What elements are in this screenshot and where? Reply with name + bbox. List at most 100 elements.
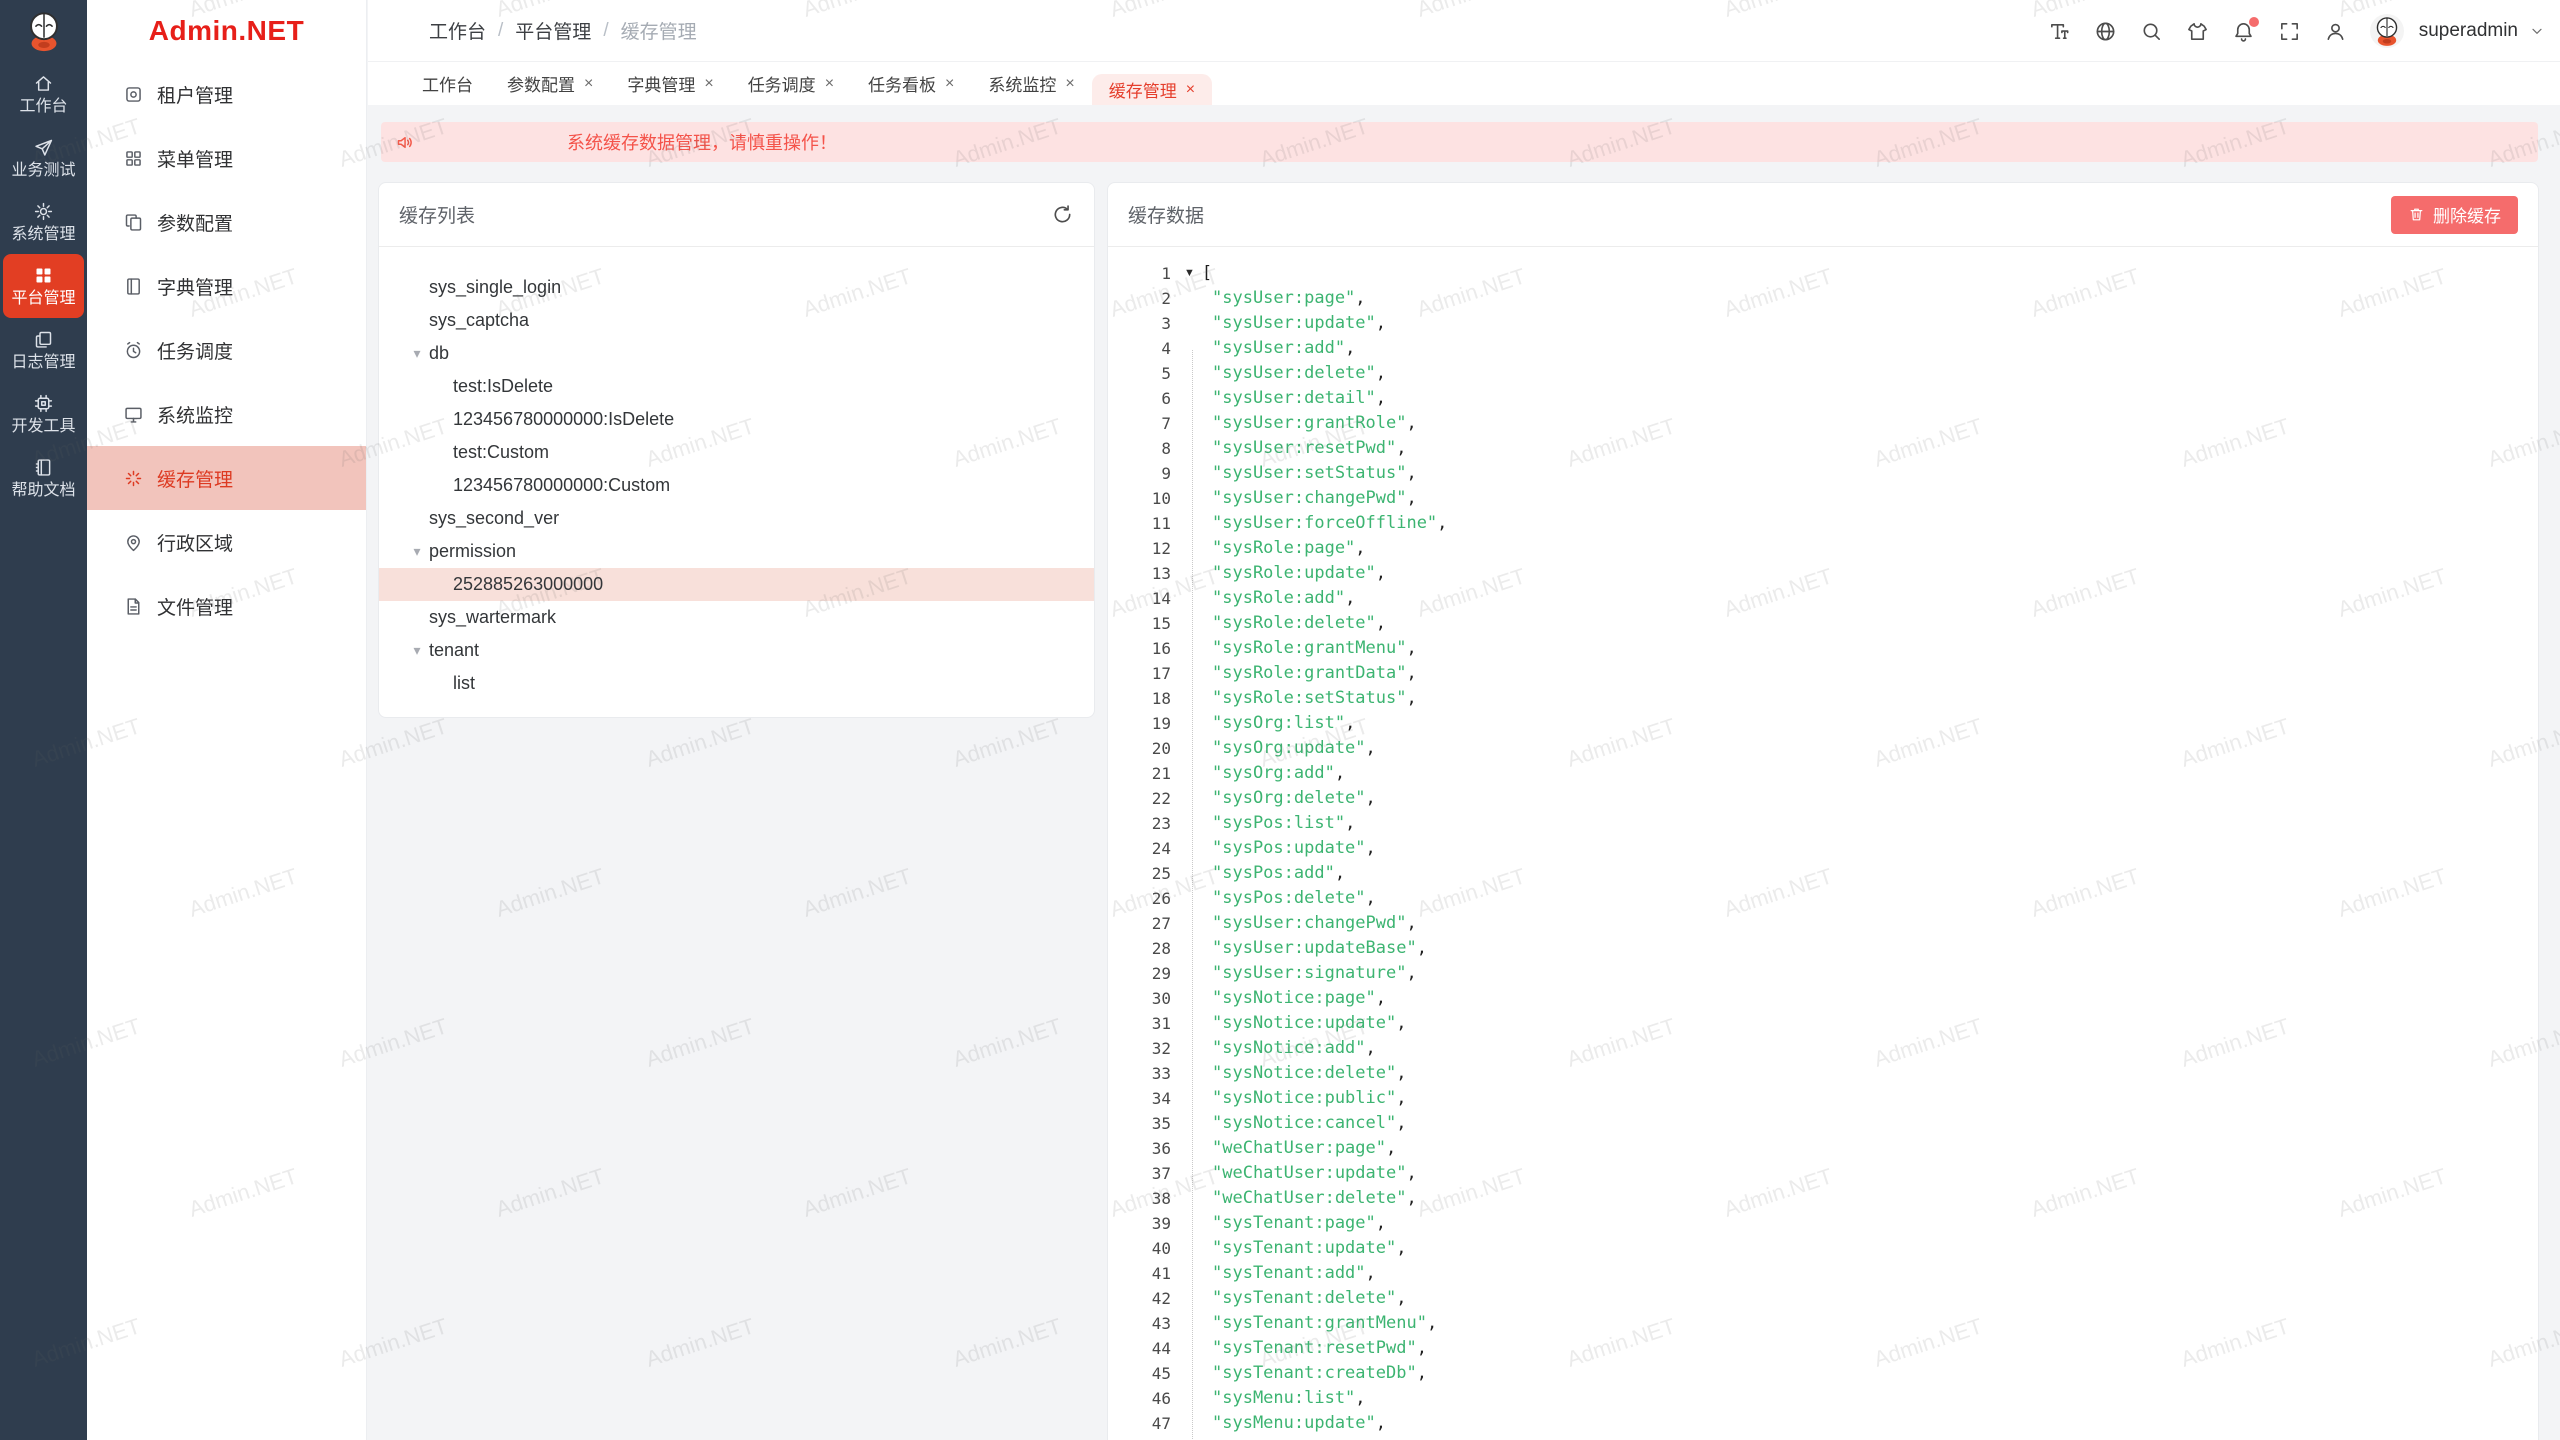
line-number: 2 bbox=[1108, 286, 1171, 311]
user-icon[interactable] bbox=[2324, 20, 2347, 43]
rail-item-系统管理[interactable]: 系统管理 bbox=[0, 190, 87, 254]
tab-工作台[interactable]: 工作台 bbox=[405, 62, 490, 105]
code-line-content: "sysTenant:grantMenu", bbox=[1212, 1311, 1437, 1336]
line-number: 16 bbox=[1108, 636, 1171, 661]
code-line: 9"sysUser:setStatus", bbox=[1108, 461, 2538, 486]
notification-bell-icon[interactable] bbox=[2232, 20, 2255, 43]
sidebar-item-缓存管理[interactable]: 缓存管理 bbox=[87, 446, 366, 510]
sidebar-item-租户管理[interactable]: 租户管理 bbox=[87, 62, 366, 126]
line-number: 22 bbox=[1108, 786, 1171, 811]
cache-list-title: 缓存列表 bbox=[399, 201, 475, 228]
breadcrumb-item[interactable]: 平台管理 bbox=[515, 17, 591, 44]
font-size-icon[interactable] bbox=[2048, 20, 2071, 43]
search-icon[interactable] bbox=[2140, 20, 2163, 43]
rail-item-帮助文档[interactable]: 帮助文档 bbox=[0, 446, 87, 510]
tree-node-sys_wartermark[interactable]: sys_wartermark bbox=[379, 601, 1094, 634]
fullscreen-icon[interactable] bbox=[2278, 20, 2301, 43]
sidebar-item-参数配置[interactable]: 参数配置 bbox=[87, 190, 366, 254]
tree-node-tenant[interactable]: ▾tenant bbox=[379, 634, 1094, 667]
tab-字典管理[interactable]: 字典管理× bbox=[610, 62, 730, 105]
comma: , bbox=[1345, 588, 1355, 608]
tree-node-test:IsDelete[interactable]: test:IsDelete bbox=[379, 370, 1094, 403]
book-icon bbox=[33, 457, 54, 478]
caret-down-icon[interactable]: ▾ bbox=[405, 345, 429, 362]
json-string-value: "sysUser:resetPwd" bbox=[1212, 438, 1396, 458]
refresh-icon[interactable] bbox=[1051, 203, 1074, 226]
tree-node-list[interactable]: list bbox=[379, 667, 1094, 700]
sidebar-item-文件管理[interactable]: 文件管理 bbox=[87, 574, 366, 638]
tree-node-sys_captcha[interactable]: sys_captcha bbox=[379, 304, 1094, 337]
tab-参数配置[interactable]: 参数配置× bbox=[490, 62, 610, 105]
code-line: 7"sysUser:grantRole", bbox=[1108, 411, 2538, 436]
caret-down-icon[interactable]: ▾ bbox=[405, 642, 429, 659]
sidebar-item-行政区域[interactable]: 行政区域 bbox=[87, 510, 366, 574]
code-line-content: "sysTenant:resetPwd", bbox=[1212, 1336, 1427, 1361]
rail-item-日志管理[interactable]: 日志管理 bbox=[0, 318, 87, 382]
line-number: 19 bbox=[1108, 711, 1171, 736]
app-rail-sidebar: 工作台业务测试系统管理平台管理日志管理开发工具帮助文档 bbox=[0, 0, 87, 1440]
line-number: 42 bbox=[1108, 1286, 1171, 1311]
json-string-value: "sysRole:page" bbox=[1212, 538, 1355, 558]
rail-item-工作台[interactable]: 工作台 bbox=[0, 62, 87, 126]
line-number: 27 bbox=[1108, 911, 1171, 936]
line-number: 8 bbox=[1108, 436, 1171, 461]
tree-node-test:Custom[interactable]: test:Custom bbox=[379, 436, 1094, 469]
tab-缓存管理[interactable]: 缓存管理× bbox=[1092, 74, 1212, 105]
line-number: 18 bbox=[1108, 686, 1171, 711]
app-logo-avatar[interactable] bbox=[0, 0, 87, 62]
fold-sidebar-icon[interactable] bbox=[389, 19, 413, 43]
line-number: 47 bbox=[1108, 1411, 1171, 1436]
tab-close-icon[interactable]: × bbox=[704, 76, 713, 92]
sidebar-item-label: 字典管理 bbox=[157, 273, 233, 300]
tab-close-icon[interactable]: × bbox=[584, 76, 593, 92]
tree-node-db[interactable]: ▾db bbox=[379, 337, 1094, 370]
sidebar-item-任务调度[interactable]: 任务调度 bbox=[87, 318, 366, 382]
username[interactable]: superadmin bbox=[2419, 20, 2518, 42]
alarm-clock-icon bbox=[123, 340, 144, 361]
tree-node-123456780000000:IsDelete[interactable]: 123456780000000:IsDelete bbox=[379, 403, 1094, 436]
rail-item-平台管理[interactable]: 平台管理 bbox=[3, 254, 84, 318]
code-line-content: "sysNotice:add", bbox=[1212, 1036, 1376, 1061]
delete-cache-button[interactable]: 删除缓存 bbox=[2391, 196, 2518, 234]
language-icon[interactable] bbox=[2094, 20, 2117, 43]
collapse-caret-icon[interactable]: ▼ bbox=[1184, 261, 1195, 286]
tab-close-icon[interactable]: × bbox=[945, 76, 954, 92]
json-string-value: "sysPos:update" bbox=[1212, 838, 1366, 858]
line-number: 6 bbox=[1108, 386, 1171, 411]
theme-icon[interactable] bbox=[2186, 20, 2209, 43]
tab-任务看板[interactable]: 任务看板× bbox=[851, 62, 971, 105]
sidebar-item-字典管理[interactable]: 字典管理 bbox=[87, 254, 366, 318]
chevron-down-icon[interactable] bbox=[2529, 23, 2545, 39]
line-number: 32 bbox=[1108, 1036, 1171, 1061]
code-line: 31"sysNotice:update", bbox=[1108, 1011, 2538, 1036]
comma: , bbox=[1366, 738, 1376, 758]
code-line: 13"sysRole:update", bbox=[1108, 561, 2538, 586]
sidebar-item-系统监控[interactable]: 系统监控 bbox=[87, 382, 366, 446]
code-line-content: "sysRole:update", bbox=[1212, 561, 1386, 586]
rail-item-开发工具[interactable]: 开发工具 bbox=[0, 382, 87, 446]
cache-data-card: 缓存数据 删除缓存 1▼[2"sysUser:page",3"sysUser:u… bbox=[1107, 182, 2539, 1440]
tab-系统监控[interactable]: 系统监控× bbox=[971, 62, 1091, 105]
code-line-content: "sysUser:updateBase", bbox=[1212, 936, 1427, 961]
tree-node-permission[interactable]: ▾permission bbox=[379, 535, 1094, 568]
sidebar-item-label: 任务调度 bbox=[157, 337, 233, 364]
code-line: 5"sysUser:delete", bbox=[1108, 361, 2538, 386]
tab-close-icon[interactable]: × bbox=[1065, 76, 1074, 92]
comma: , bbox=[1386, 1138, 1396, 1158]
tree-node-123456780000000:Custom[interactable]: 123456780000000:Custom bbox=[379, 469, 1094, 502]
tree-node-sys_second_ver[interactable]: sys_second_ver bbox=[379, 502, 1094, 535]
comma: , bbox=[1335, 763, 1345, 783]
tree-node-252885263000000[interactable]: 252885263000000 bbox=[379, 568, 1094, 601]
tab-close-icon[interactable]: × bbox=[1186, 82, 1195, 98]
avatar[interactable] bbox=[2370, 14, 2404, 48]
tree-node-sys_single_login[interactable]: sys_single_login bbox=[379, 271, 1094, 304]
rail-item-业务测试[interactable]: 业务测试 bbox=[0, 126, 87, 190]
app-logo-text: Admin.NET bbox=[149, 15, 304, 47]
tab-close-icon[interactable]: × bbox=[825, 76, 834, 92]
caret-down-icon[interactable]: ▾ bbox=[405, 543, 429, 560]
line-number: 43 bbox=[1108, 1311, 1171, 1336]
sidebar-item-菜单管理[interactable]: 菜单管理 bbox=[87, 126, 366, 190]
tab-任务调度[interactable]: 任务调度× bbox=[731, 62, 851, 105]
rail-item-label: 开发工具 bbox=[11, 419, 75, 435]
breadcrumb-item[interactable]: 工作台 bbox=[429, 17, 486, 44]
